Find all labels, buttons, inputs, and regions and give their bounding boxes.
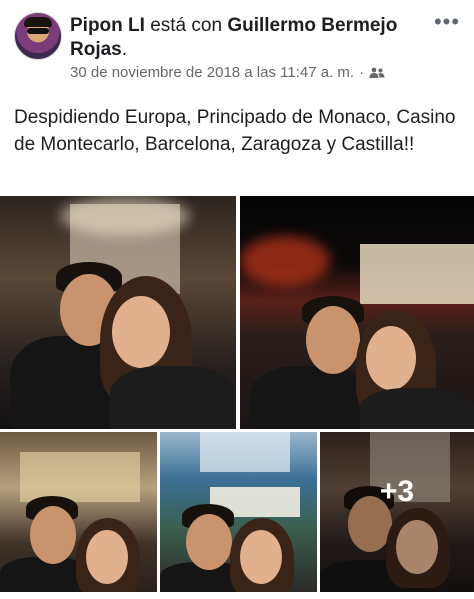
post-header-text: Pipon LI está con Guillermo Bermejo Roja…: [70, 14, 420, 62]
man-face: [30, 506, 76, 564]
friends-icon[interactable]: [369, 67, 385, 79]
interior-arches: [20, 452, 140, 502]
woman-face: [366, 326, 416, 390]
man-face: [306, 306, 360, 374]
woman-face: [86, 530, 128, 584]
post-meta: 30 de noviembre de 2018 a las 11:47 a. m…: [70, 64, 385, 81]
woman-face: [112, 296, 170, 368]
more-photos-overlay[interactable]: +3: [320, 432, 474, 592]
post-photo-1[interactable]: [0, 196, 236, 429]
woman-coat: [110, 366, 236, 429]
casino-building: [360, 244, 474, 304]
with-connector: está con: [144, 15, 228, 36]
woman-face: [240, 530, 282, 584]
author-name-link[interactable]: Pipon LI: [70, 15, 145, 36]
post-photo-3[interactable]: [0, 432, 157, 592]
author-avatar[interactable]: [14, 12, 62, 60]
header-period: .: [121, 39, 128, 60]
post-photo-5[interactable]: +3: [320, 432, 474, 592]
woman-coat: [360, 388, 474, 429]
man-coat: [250, 366, 370, 429]
more-photos-count: +3: [379, 475, 415, 508]
meta-separator: ·: [359, 64, 365, 81]
red-lights-glow: [240, 236, 330, 286]
restaurant-window: [200, 432, 290, 472]
more-options-icon[interactable]: •••: [434, 11, 460, 33]
man-face: [186, 514, 232, 570]
post-photo-2[interactable]: [240, 196, 474, 429]
facebook-post: Pipon LI está con Guillermo Bermejo Roja…: [0, 0, 474, 599]
post-text: Despidiendo Europa, Principado de Monaco…: [14, 107, 456, 155]
avatar-hair: [24, 17, 52, 27]
avatar-sunglasses: [27, 28, 49, 34]
light-glow: [60, 196, 190, 236]
post-timestamp[interactable]: 30 de noviembre de 2018 a las 11:47 a. m…: [70, 64, 354, 81]
post-photo-4[interactable]: [160, 432, 317, 592]
